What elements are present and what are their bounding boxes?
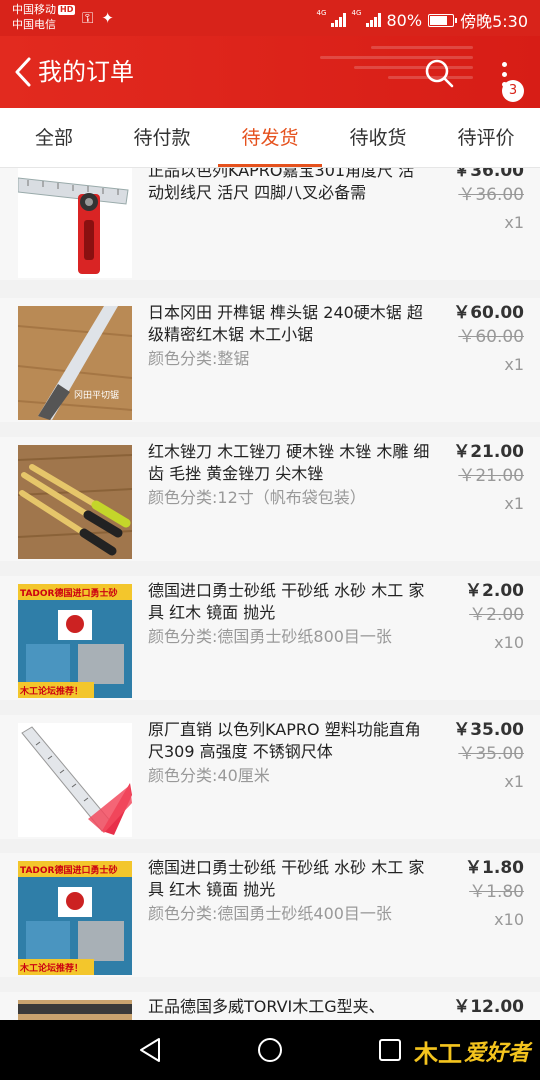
product-price: ￥1.80 (465, 858, 524, 878)
carrier-info: 中国移动 HD 中国电信 (12, 2, 76, 32)
quantity: x1 (504, 494, 524, 513)
sandpaper-banner-text: TADOR德国进口勇士砂 (20, 587, 117, 599)
product-price: ￥21.00 (453, 442, 524, 462)
tab-pending-receipt[interactable]: 待收货 (324, 108, 432, 167)
quantity: x10 (494, 910, 524, 929)
quantity: x1 (504, 772, 524, 791)
back-button[interactable] (6, 50, 40, 94)
product-name[interactable]: 德国进口勇士砂纸 干砂纸 水砂 木工 家具 红木 镜面 抛光 (148, 857, 430, 901)
original-price: ￥35.00 (458, 744, 524, 764)
search-icon (425, 59, 454, 88)
product-variant: 颜色分类:整锯 (148, 349, 250, 368)
files-image (18, 445, 132, 559)
tab-pending-shipment[interactable]: 待发货 (216, 108, 324, 167)
home-circle-icon[interactable] (255, 1035, 285, 1065)
key-icon: ⚿ (82, 9, 94, 27)
order-item[interactable]: 正品以色列KAPRO嘉宝301角度尺 活动划线尺 活尺 四脚八叉必备需 ￥36.… (0, 168, 540, 280)
quantity: x1 (504, 213, 524, 232)
page-title: 我的订单 (38, 58, 134, 86)
product-image[interactable]: 冈田平切锯 (18, 306, 132, 420)
hd-badge: HD (58, 5, 76, 15)
status-bar: 中国移动 HD 中国电信 ⚿ ✦ 4G 4G 80% 傍晚5:30 (0, 0, 540, 36)
system-nav-bar: 木工 爱好者 (0, 1020, 540, 1080)
order-item[interactable]: 冈田平切锯 日本冈田 开榫锯 榫头锯 240硬木锯 超级精密红木锯 木工小锯 颜… (0, 298, 540, 422)
status-right: 4G 4G 80% 傍晚5:30 (317, 8, 529, 32)
product-name[interactable]: 原厂直销 以色列KAPRO 塑料功能直角尺309 高强度 不锈钢尺体 (148, 719, 430, 763)
watermark-mark: 木工 (413, 1039, 462, 1068)
product-name[interactable]: 正品德国多威TORVI木工G型夹、 (148, 996, 430, 1018)
product-image[interactable] (18, 1000, 132, 1020)
order-item[interactable]: TADOR德国进口勇士砂 木工论坛推荐！ 德国进口勇士砂纸 干砂纸 水砂 木工 … (0, 853, 540, 977)
watermark-logo: 木工 爱好者 (413, 1036, 530, 1068)
back-triangle-icon[interactable] (135, 1035, 165, 1065)
saw-label-text: 冈田平切锯 (74, 389, 119, 401)
order-list: 正品以色列KAPRO嘉宝301角度尺 活动划线尺 活尺 四脚八叉必备需 ￥36.… (0, 168, 540, 1020)
quantity: x10 (494, 633, 524, 652)
message-count-badge: 3 (502, 80, 524, 102)
signal-icon-1: 4G (317, 9, 346, 27)
product-variant: 颜色分类:12寸（帆布袋包装） (148, 488, 366, 507)
order-tabs: 全部 待付款 待发货 待收货 待评价 (0, 108, 540, 168)
sandpaper-banner-text: TADOR德国进口勇士砂 (20, 864, 117, 876)
notification-icons: ⚿ ✦ (82, 9, 122, 27)
saw-image: 冈田平切锯 (18, 306, 132, 420)
app-header: 我的订单 3 (0, 36, 540, 108)
sandpaper-image: TADOR德国进口勇士砂 木工论坛推荐！ (18, 861, 132, 975)
product-name[interactable]: 日本冈田 开榫锯 榫头锯 240硬木锯 超级精密红木锯 木工小锯 (148, 302, 430, 346)
order-item[interactable]: TADOR德国进口勇士砂 木工论坛推荐！ 德国进口勇士砂纸 干砂纸 水砂 木工 … (0, 576, 540, 700)
product-name[interactable]: 红木锉刀 木工锉刀 硬木锉 木锉 木雕 细齿 毛挫 黄金锉刀 尖木锉 (148, 441, 430, 485)
product-name[interactable]: 正品以色列KAPRO嘉宝301角度尺 活动划线尺 活尺 四脚八叉必备需 (148, 168, 430, 204)
original-price: ￥2.00 (469, 605, 524, 625)
product-price: ￥12.00 (453, 997, 524, 1017)
product-price: ￥36.00 (453, 168, 524, 181)
battery-icon (428, 13, 458, 27)
original-price: ￥21.00 (458, 466, 524, 486)
product-price: ￥60.00 (453, 303, 524, 323)
app-notification-icon: ✦ (101, 9, 114, 27)
product-variant: 颜色分类:40厘米 (148, 766, 270, 785)
product-image[interactable]: TADOR德国进口勇士砂 木工论坛推荐！ (18, 584, 132, 698)
watermark-text: 爱好者 (463, 1041, 530, 1066)
product-name[interactable]: 德国进口勇士砂纸 干砂纸 水砂 木工 家具 红木 镜面 抛光 (148, 580, 430, 624)
product-variant: 颜色分类:德国勇士砂纸400目一张 (148, 904, 392, 923)
battery-percent: 80% (386, 10, 423, 30)
sandpaper-footer-text: 木工论坛推荐！ (19, 685, 83, 697)
product-variant: 颜色分类:德国勇士砂纸800目一张 (148, 627, 392, 646)
signal-icon-2: 4G (352, 9, 381, 27)
product-price: ￥35.00 (453, 720, 524, 740)
tab-all[interactable]: 全部 (0, 108, 108, 167)
product-image[interactable]: TADOR德国进口勇士砂 木工论坛推荐！ (18, 861, 132, 975)
product-image[interactable] (18, 723, 132, 837)
order-item[interactable]: 原厂直销 以色列KAPRO 塑料功能直角尺309 高强度 不锈钢尺体 颜色分类:… (0, 715, 540, 839)
tab-pending-review[interactable]: 待评价 (432, 108, 540, 167)
order-item[interactable]: 红木锉刀 木工锉刀 硬木锉 木锉 木雕 细齿 毛挫 黄金锉刀 尖木锉 颜色分类:… (0, 437, 540, 561)
original-price: ￥60.00 (458, 327, 524, 347)
recents-square-icon[interactable] (375, 1035, 405, 1065)
original-price: ￥1.80 (469, 882, 524, 902)
more-icon (502, 62, 507, 67)
product-image[interactable] (18, 168, 132, 278)
clock: 傍晚5:30 (460, 12, 528, 31)
square-ruler-image (18, 723, 132, 837)
product-price: ￥2.00 (465, 581, 524, 601)
search-button[interactable] (422, 56, 456, 90)
quantity: x1 (504, 355, 524, 374)
original-price: ￥36.00 (458, 185, 524, 205)
tab-pending-payment[interactable]: 待付款 (108, 108, 216, 167)
angle-ruler-image (18, 168, 132, 278)
sandpaper-footer-text: 木工论坛推荐！ (19, 962, 83, 974)
clamp-image (18, 1000, 132, 1020)
header-decoration (320, 46, 490, 96)
order-item[interactable]: 正品德国多威TORVI木工G型夹、 ￥12.00 (0, 992, 540, 1020)
product-image[interactable] (18, 445, 132, 559)
carrier-2: 中国电信 (12, 18, 56, 31)
more-icon-dot (502, 72, 507, 77)
chevron-left-icon (15, 57, 31, 87)
carrier-1: 中国移动 (12, 3, 56, 16)
sandpaper-image: TADOR德国进口勇士砂 木工论坛推荐！ (18, 584, 132, 698)
